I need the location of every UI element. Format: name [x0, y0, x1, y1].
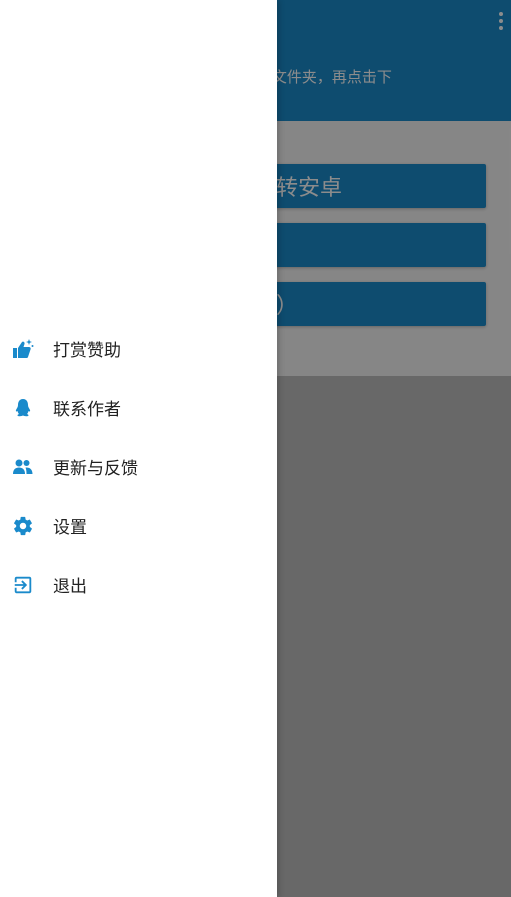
menu-item-donate[interactable]: 打赏赞助	[0, 319, 277, 378]
menu-item-update-feedback[interactable]: 更新与反馈	[0, 437, 277, 496]
gear-icon	[12, 515, 34, 537]
people-icon	[12, 456, 34, 478]
thumbs-up-sparkle-icon	[12, 338, 34, 360]
exit-icon	[12, 574, 34, 596]
navigation-drawer: 打赏赞助 联系作者 更新与反馈 设置 退出	[0, 0, 277, 897]
menu-item-contact-author[interactable]: 联系作者	[0, 378, 277, 437]
menu-label-contact-author: 联系作者	[53, 400, 121, 420]
menu-label-update-feedback: 更新与反馈	[53, 459, 138, 479]
menu-label-settings: 设置	[53, 518, 87, 538]
qq-penguin-icon	[12, 397, 34, 419]
menu-label-donate: 打赏赞助	[53, 341, 121, 361]
drawer-menu: 打赏赞助 联系作者 更新与反馈 设置 退出	[0, 319, 277, 614]
menu-item-settings[interactable]: 设置	[0, 496, 277, 555]
menu-item-exit[interactable]: 退出	[0, 555, 277, 614]
menu-label-exit: 退出	[53, 577, 87, 597]
